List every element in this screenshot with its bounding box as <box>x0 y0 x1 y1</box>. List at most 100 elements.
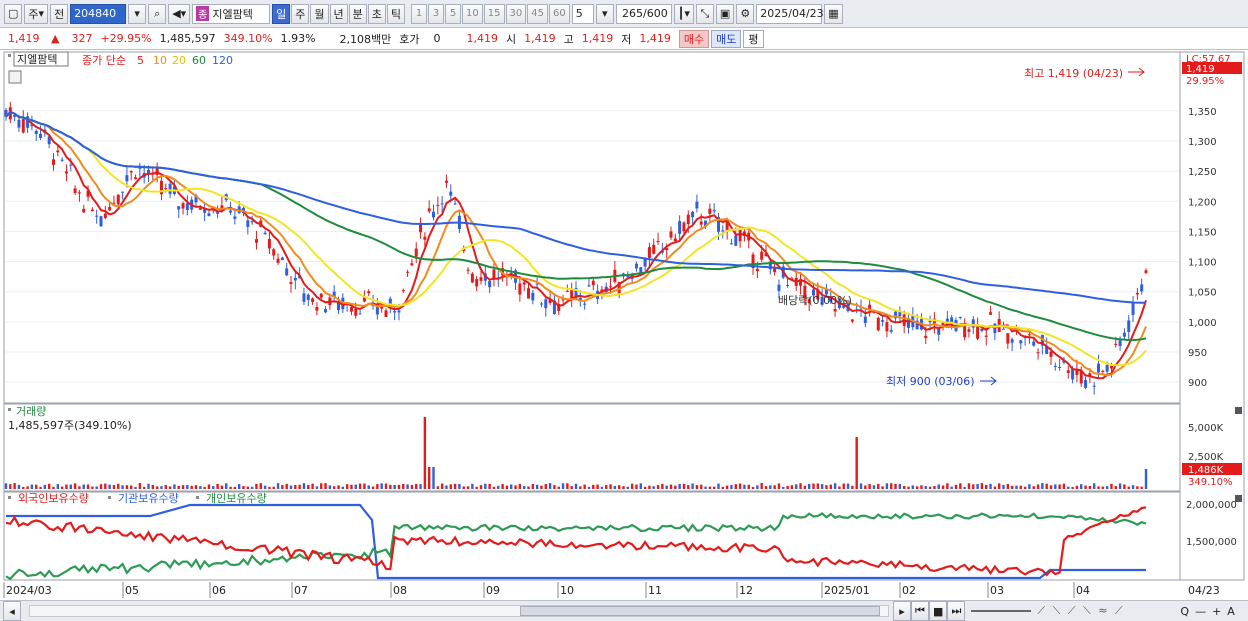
volume-bar <box>237 484 241 489</box>
candle-body <box>1140 284 1144 292</box>
interval-button[interactable]: 60 <box>548 3 570 24</box>
stop-icon[interactable]: ■ <box>929 601 948 621</box>
volume-bar <box>535 484 539 489</box>
speaker-icon[interactable]: ◀▾ <box>168 3 191 24</box>
volume-bar <box>605 485 608 489</box>
volume-bar <box>427 467 431 489</box>
period-button[interactable]: 년 <box>329 3 348 24</box>
stock-code-input[interactable]: 204840 <box>70 3 127 24</box>
buy-button[interactable]: 매수 <box>678 29 710 48</box>
volume-bar <box>462 486 465 489</box>
volume-bar <box>1118 483 1122 489</box>
volume-bar <box>842 483 845 489</box>
candle-body <box>293 277 297 281</box>
volume-bar <box>52 486 55 489</box>
volume-close-icon[interactable] <box>1235 407 1242 414</box>
candle-body <box>423 236 427 240</box>
auto-scale-icon[interactable]: A <box>1224 605 1238 618</box>
drawing-tools[interactable]: ⟋ ⟍ ⟋ ⟍ ≈ ⟋ <box>1037 604 1177 618</box>
volume-bar <box>751 486 755 489</box>
holdings-panel-dot <box>8 496 11 499</box>
zoom-out-icon[interactable]: — <box>1192 605 1209 618</box>
rewind-icon[interactable]: ⏮ <box>911 601 929 621</box>
volume-bar <box>617 485 621 489</box>
stock-name-box[interactable]: 종 지엘팜텍 <box>192 3 271 24</box>
volume-bar <box>82 484 85 489</box>
zoom-search-icon[interactable]: Q <box>1177 605 1192 618</box>
period-button[interactable]: 주 <box>291 3 310 24</box>
candle-body <box>414 248 418 257</box>
ma-5: 5 <box>137 54 144 67</box>
gear-icon[interactable]: ⚙ <box>736 3 755 24</box>
scroll-left-icon[interactable]: ◂ <box>3 601 21 621</box>
candle-body <box>924 335 928 339</box>
volume-bar <box>941 485 945 489</box>
volume-bar <box>384 483 388 489</box>
volume-bar <box>561 483 565 489</box>
forward-icon[interactable]: ⏭ <box>947 601 966 621</box>
candle-body <box>64 171 68 174</box>
scrollbar-thumb[interactable] <box>520 606 880 616</box>
code-dropdown-icon[interactable]: ▾ <box>128 3 147 24</box>
candle-body <box>466 269 470 271</box>
search-icon[interactable]: ⌕ <box>148 3 167 24</box>
zoom-in-icon[interactable]: + <box>1209 605 1224 618</box>
candle-body <box>319 293 323 298</box>
grid-toggle-icon[interactable] <box>8 70 22 84</box>
scrollbar-track[interactable] <box>29 605 889 617</box>
interval-dropdown-icon[interactable]: ▾ <box>595 3 614 24</box>
interval-button[interactable]: 10 <box>462 3 483 24</box>
stock-chart[interactable]: 지엘팜텍 종가 단순 5 10 20 60 120 최고 1,419 (04/2… <box>0 50 1248 600</box>
quote-bar: 1,419 ▲ 327 +29.95% 1,485,597 349.10% 1.… <box>0 28 1248 50</box>
volume-bar <box>332 486 336 489</box>
volume-bar <box>289 485 293 489</box>
period-button[interactable]: 일 <box>272 3 291 24</box>
volume-bar <box>445 485 448 489</box>
interval-button[interactable]: 45 <box>527 3 548 24</box>
candle-icon[interactable]: ┃▾ <box>673 3 694 24</box>
window-icon[interactable]: ▢ <box>4 3 23 24</box>
volume-bar <box>1088 485 1092 489</box>
zoom-slider[interactable] <box>971 610 1032 612</box>
interval-input[interactable]: 5 <box>571 3 594 24</box>
volume-bar <box>553 485 556 489</box>
candle-body <box>643 258 647 267</box>
interval-group: 1 3 5 10 15 30 45 60 <box>411 3 570 24</box>
volume-bar <box>419 484 422 489</box>
low-label: 저 <box>621 32 632 46</box>
calendar-icon[interactable]: ▦ <box>824 3 843 24</box>
candle-body <box>39 133 43 138</box>
period-button[interactable]: 초 <box>367 3 386 24</box>
period-button[interactable]: 틱 <box>386 3 406 24</box>
flat-button[interactable]: 평 <box>743 29 764 48</box>
candle-body <box>207 213 211 217</box>
candle-body <box>56 150 60 153</box>
volume-bar <box>1049 485 1053 489</box>
x-axis-label: 11 <box>648 584 662 597</box>
volume-bar <box>250 486 254 489</box>
mode-select[interactable]: 전 <box>50 3 69 24</box>
date-input[interactable]: 2025/04/23 <box>756 3 824 24</box>
x-axis-label: 07 <box>294 584 308 597</box>
save-icon[interactable]: ▣ <box>715 3 735 24</box>
period-button[interactable]: 월 <box>310 3 329 24</box>
period-button[interactable]: 분 <box>348 3 367 24</box>
candle-body <box>889 330 893 332</box>
count-input[interactable]: 265/600 <box>615 3 672 24</box>
scroll-right-icon[interactable]: ▸ <box>893 601 911 621</box>
interval-button[interactable]: 5 <box>445 3 462 24</box>
candle-body <box>233 216 237 219</box>
x-axis-label: 09 <box>486 584 500 597</box>
volume-bar <box>635 484 638 489</box>
volume-bar <box>475 486 478 489</box>
interval-button[interactable]: 3 <box>428 3 445 24</box>
sell-button[interactable]: 매도 <box>711 29 742 48</box>
volume-bar <box>99 484 103 489</box>
interval-button[interactable]: 30 <box>505 3 527 24</box>
crosshair-icon[interactable]: ⤡ <box>695 3 714 24</box>
interval-button[interactable]: 15 <box>483 3 505 24</box>
stock-name-badge: 종 <box>196 6 210 21</box>
volume-bar <box>980 483 984 489</box>
interval-button[interactable]: 1 <box>411 3 428 24</box>
market-select[interactable]: 주 ▾ <box>24 3 49 24</box>
